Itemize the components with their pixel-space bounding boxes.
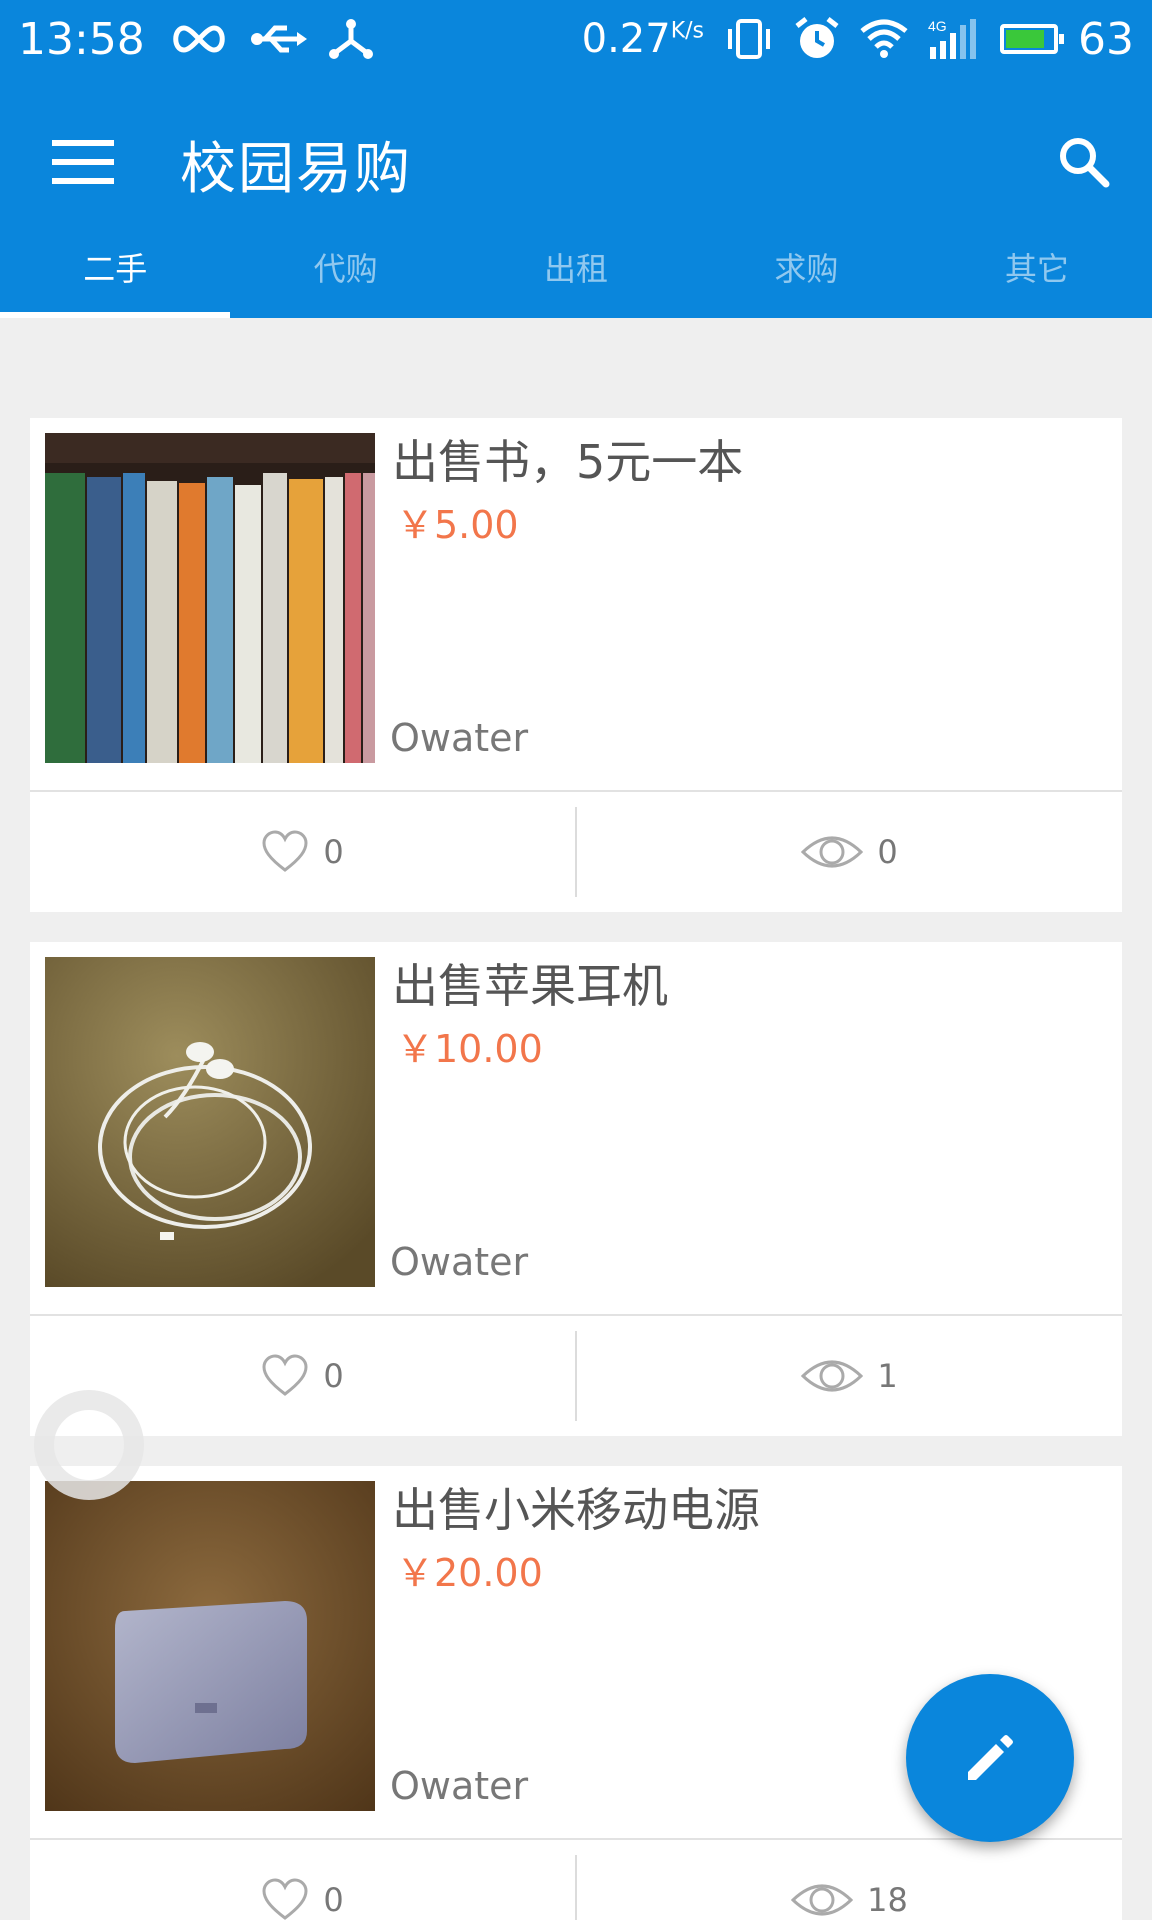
category-tabs: 二手 代购 出租 求购 其它 — [0, 228, 1152, 318]
listing-image-power-bank[interactable] — [45, 1481, 375, 1811]
view-count: 0 — [877, 833, 898, 871]
eye-icon — [801, 836, 864, 868]
edit-icon — [968, 1735, 1013, 1780]
listing-card-body[interactable]: 出售苹果耳机 ￥10.00 Owater — [30, 942, 1122, 1316]
listing-stats: 0 18 — [30, 1840, 1122, 1920]
svg-text:4G: 4G — [928, 18, 947, 34]
alarm-icon — [795, 17, 839, 58]
heart-icon — [262, 1878, 308, 1920]
infinity-icon — [173, 25, 225, 53]
signal-4g-icon: 4G — [928, 18, 976, 59]
heart-icon — [262, 830, 308, 872]
app-title: 校园易购 — [180, 137, 412, 202]
status-right-icons: 0.27K/s 4G 63 — [582, 14, 1134, 65]
tab-chuzu[interactable]: 出租 — [461, 228, 691, 318]
view-count: 1 — [877, 1357, 898, 1395]
listing-price: ￥10.00 — [396, 1027, 543, 1071]
app-bar: 校园易购 二手 代购 出租 求购 其它 — [0, 78, 1152, 318]
listing-seller: Owater — [390, 1764, 529, 1808]
tab-daigou[interactable]: 代购 — [230, 228, 460, 318]
view-count: 18 — [867, 1881, 908, 1919]
touch-indicator — [34, 1390, 144, 1500]
view-stat: 0 — [577, 792, 1122, 912]
status-left-icons — [169, 19, 373, 59]
new-post-button[interactable] — [906, 1674, 1074, 1842]
status-time: 13:58 — [18, 13, 145, 65]
battery-icon — [1000, 24, 1064, 54]
listing-image-earphones[interactable] — [45, 957, 375, 1287]
listing-price: ￥5.00 — [396, 503, 519, 547]
search-icon[interactable] — [1056, 134, 1112, 190]
network-speed-unit: K/s — [670, 18, 704, 44]
like-count: 0 — [323, 1881, 344, 1919]
listing-stats: 0 0 — [30, 792, 1122, 912]
listing-title: 出售书，5元一本 — [392, 435, 744, 489]
tab-ershou[interactable]: 二手 — [0, 228, 231, 318]
listing-card-body[interactable]: 出售书，5元一本 ￥5.00 Owater — [30, 418, 1122, 792]
listing-title: 出售苹果耳机 — [392, 959, 668, 1013]
eye-icon — [801, 1360, 864, 1392]
menu-icon[interactable] — [52, 140, 114, 184]
tab-qita[interactable]: 其它 — [922, 228, 1152, 318]
network-speed: 0.27K/s — [582, 16, 704, 62]
screen: 13:58 0.27K/s 4G 63 校园易购 二手 代购 出租 求购 其它 … — [0, 0, 1152, 1920]
network-speed-value: 0.27 — [581, 16, 671, 62]
like-button[interactable]: 0 — [30, 1840, 575, 1920]
listing-stats: 0 1 — [30, 1316, 1122, 1436]
listing-seller: Owater — [390, 1240, 529, 1284]
listing-card[interactable]: 出售苹果耳机 ￥10.00 Owater 0 1 — [30, 942, 1122, 1436]
status-bar: 13:58 0.27K/s 4G 63 — [0, 0, 1152, 78]
vibrate-icon — [728, 19, 770, 59]
listing-seller: Owater — [390, 716, 529, 760]
listing-price: ￥20.00 — [396, 1551, 543, 1595]
wifi-icon — [860, 19, 908, 58]
battery-level: 63 — [1078, 13, 1134, 65]
tab-qiugou[interactable]: 求购 — [691, 228, 921, 318]
like-count: 0 — [323, 833, 344, 871]
like-count: 0 — [323, 1357, 344, 1395]
view-stat: 18 — [577, 1840, 1122, 1920]
listing-title: 出售小米移动电源 — [392, 1483, 760, 1537]
listing-card[interactable]: 出售书，5元一本 ￥5.00 Owater 0 0 — [30, 418, 1122, 912]
eye-icon — [791, 1884, 854, 1916]
usb-icon — [250, 25, 307, 53]
like-button[interactable]: 0 — [30, 792, 575, 912]
listing-image-books[interactable] — [45, 433, 375, 763]
view-stat: 1 — [577, 1316, 1122, 1436]
share-icon — [328, 19, 373, 59]
heart-icon — [262, 1354, 308, 1396]
